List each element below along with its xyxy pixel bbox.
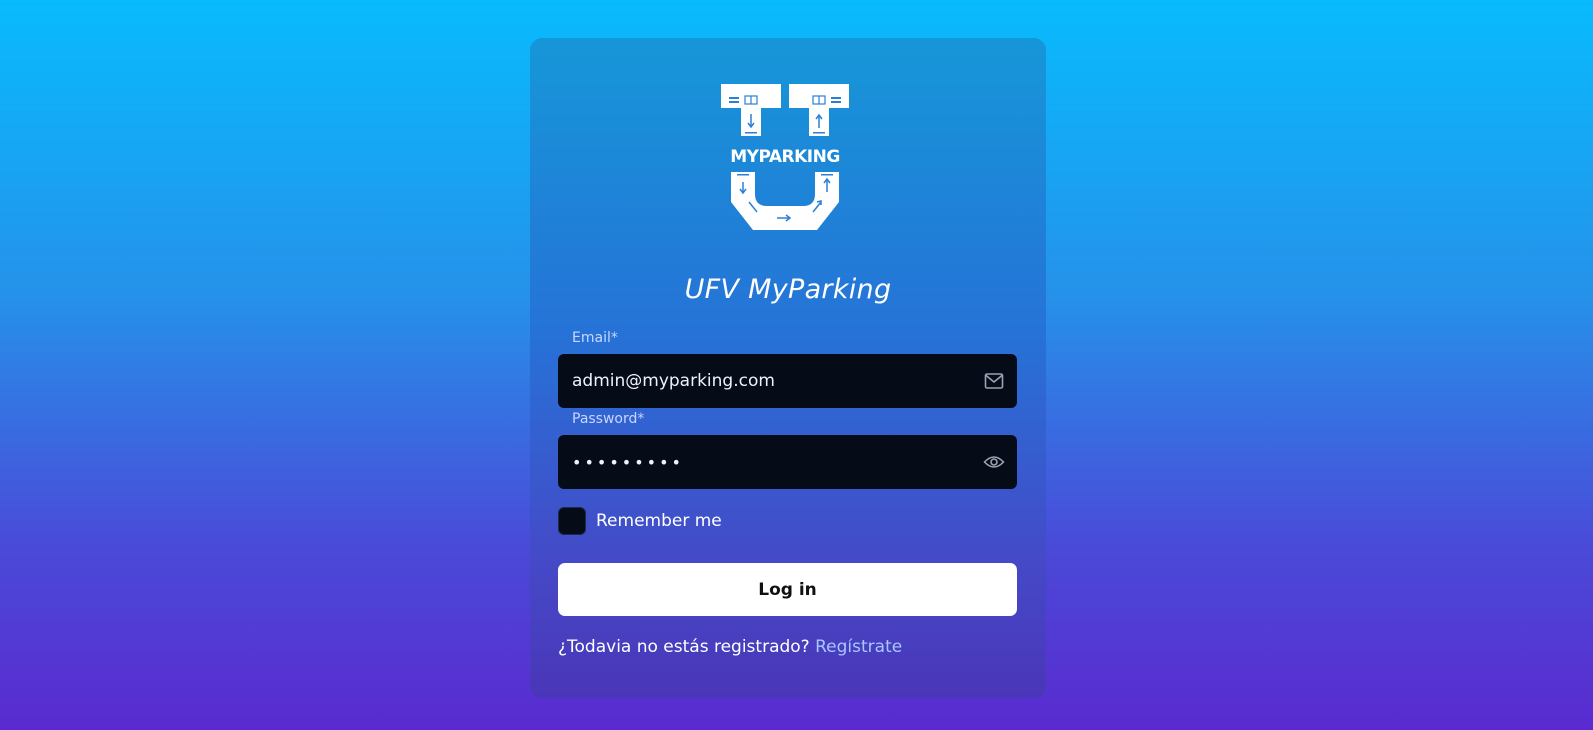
- login-button[interactable]: Log in: [558, 563, 1017, 616]
- register-prompt: ¿Todavia no estás registrado? Regístrate: [558, 637, 902, 657]
- password-field[interactable]: •••••••••: [558, 435, 1017, 489]
- email-value[interactable]: admin@myparking.com: [572, 371, 983, 391]
- eye-icon[interactable]: [983, 451, 1005, 473]
- password-value[interactable]: •••••••••: [572, 453, 983, 472]
- email-field[interactable]: admin@myparking.com: [558, 354, 1017, 408]
- email-label: Email*: [572, 330, 618, 346]
- password-label: Password*: [572, 411, 645, 427]
- app-title: UFV MyParking: [684, 274, 892, 305]
- login-card: MYPARKING UFV MyParking Email* admin@myp…: [530, 38, 1046, 698]
- register-link[interactable]: Regístrate: [815, 637, 902, 657]
- mail-icon: [983, 370, 1005, 392]
- logo-text: MYPARKING: [730, 147, 840, 167]
- register-question: ¿Todavia no estás registrado?: [558, 637, 810, 657]
- remember-me-label[interactable]: Remember me: [596, 511, 722, 531]
- remember-me-row[interactable]: Remember me: [558, 507, 722, 535]
- myparking-logo: MYPARKING: [721, 84, 849, 230]
- remember-me-checkbox[interactable]: [558, 507, 586, 535]
